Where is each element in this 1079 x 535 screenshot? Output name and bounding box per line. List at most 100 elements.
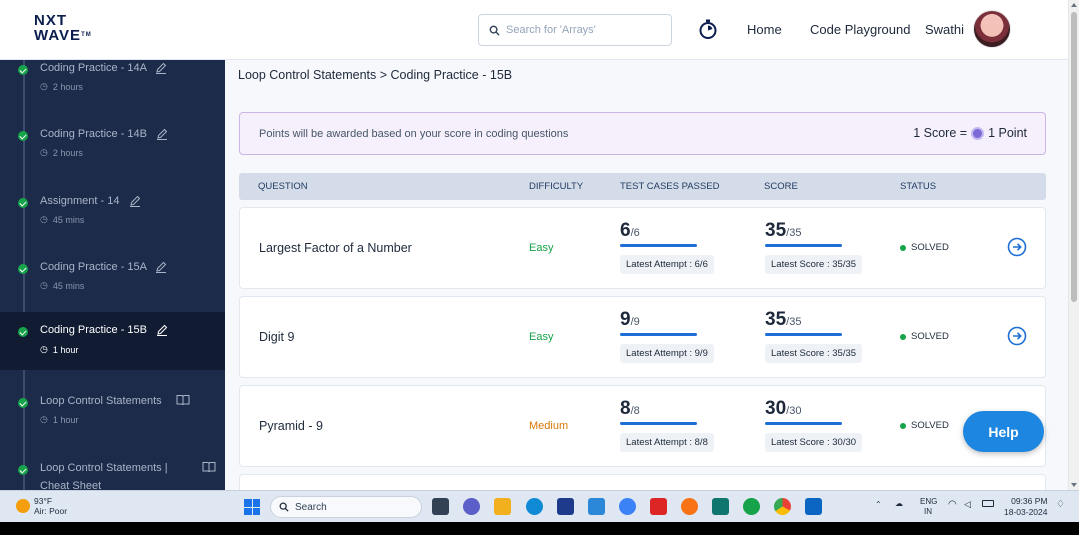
notification-bell-icon[interactable]: ♢	[1056, 499, 1065, 510]
latest-attempt: Latest Attempt : 9/9	[620, 344, 714, 363]
points-note: Points will be awarded based on your sco…	[259, 128, 569, 140]
table-row[interactable]: Digit 9 Easy 9/9 Latest Attempt : 9/9 35…	[239, 296, 1046, 378]
wifi-icon[interactable]: ◠	[948, 499, 957, 510]
search-input[interactable]	[506, 24, 656, 36]
test-cases-passed: 9/9 Latest Attempt : 9/9	[620, 309, 730, 363]
sidebar-item-coding-practice-14b[interactable]: Coding Practice - 14B ◷ 2 hours	[0, 122, 225, 180]
nav-home-link[interactable]: Home	[747, 22, 782, 37]
point-text: 1 Point	[988, 126, 1027, 140]
chevron-up-icon[interactable]: ⌃	[875, 500, 882, 509]
question-name[interactable]: Pyramid - 9	[259, 419, 323, 433]
main-content: Loop Control Statements > Coding Practic…	[225, 60, 1068, 490]
volume-icon[interactable]: ◁	[964, 499, 971, 510]
pencil-icon	[156, 261, 167, 274]
status-dot	[900, 333, 906, 340]
nav-code-playground-link[interactable]: Code Playground	[810, 22, 910, 37]
arrow-right-circle-icon[interactable]	[1007, 326, 1027, 346]
store-icon[interactable]	[557, 498, 574, 515]
sidebar-item-label: Assignment - 14	[40, 195, 120, 207]
score-total: /35	[786, 316, 802, 328]
weather-widget[interactable]: 93°F Air: Poor	[16, 496, 67, 516]
sidebar-item-label: Loop Control Statements	[40, 395, 162, 407]
taskbar-clock[interactable]: 09:36 PM 18-03-2024	[1004, 496, 1047, 518]
clock-icon: ◷	[40, 81, 48, 91]
completed-check-icon	[18, 131, 28, 141]
search-box[interactable]	[478, 14, 672, 46]
latest-attempt: Latest Attempt : 8/8	[620, 433, 714, 452]
sidebar-item-duration: 2 hours	[52, 147, 83, 158]
score-value: 35	[765, 220, 787, 241]
completed-check-icon	[18, 465, 28, 475]
logo-tm: TM	[81, 32, 92, 38]
nxtwave-logo[interactable]: NXT WAVETM	[34, 13, 92, 43]
status-badge: SOLVED	[900, 331, 949, 342]
completed-check-icon	[18, 65, 28, 75]
sidebar-item-coding-practice-15b[interactable]: Coding Practice - 15B ◷ 1 hour	[0, 312, 225, 370]
status-text: SOLVED	[911, 242, 949, 253]
file-explorer-icon[interactable]	[494, 498, 511, 515]
progress-bar	[620, 422, 697, 425]
clock-time: 09:36 PM	[1011, 496, 1048, 506]
page-scrollbar[interactable]	[1068, 0, 1079, 490]
status-dot	[900, 244, 906, 251]
book-icon	[202, 462, 216, 473]
latest-score: Latest Score : 30/30	[765, 433, 863, 452]
column-question: QUESTION	[258, 181, 308, 192]
firefox-icon[interactable]	[681, 498, 698, 515]
windows-taskbar: 93°F Air: Poor Search ⌃ ☁ ENG IN ◠ ◁ 09:…	[0, 490, 1079, 522]
language-indicator[interactable]: ENG IN	[920, 497, 937, 517]
score-conversion: 1 Score = 1 Point	[913, 126, 1027, 140]
app-icon[interactable]	[619, 498, 636, 515]
table-row[interactable]	[239, 474, 1046, 490]
app-icon[interactable]	[712, 498, 729, 515]
score-cell: 30/30 Latest Score : 30/30	[765, 398, 875, 452]
difficulty-label: Easy	[529, 242, 554, 254]
completed-check-icon	[18, 198, 28, 208]
scrollbar-thumb[interactable]	[1071, 12, 1077, 302]
battery-icon[interactable]	[982, 500, 994, 507]
logo-line1: NXT	[34, 12, 67, 29]
table-row[interactable]: Pyramid - 9 Medium 8/8 Latest Attempt : …	[239, 385, 1046, 467]
chrome-icon[interactable]	[774, 498, 791, 515]
cloud-icon[interactable]: ☁	[895, 499, 903, 508]
scroll-down-arrow-icon[interactable]	[1071, 483, 1077, 487]
scroll-up-arrow-icon[interactable]	[1071, 3, 1077, 7]
mcafee-icon[interactable]	[650, 498, 667, 515]
sidebar-item-assignment-14[interactable]: Assignment - 14 ◷ 45 mins	[0, 189, 225, 247]
stopwatch-icon[interactable]	[697, 18, 719, 40]
taskbar-search[interactable]: Search	[270, 496, 422, 518]
status-badge: SOLVED	[900, 242, 949, 253]
status-text: SOLVED	[911, 420, 949, 431]
sidebar-item-loop-control-statements[interactable]: Loop Control Statements ◷ 1 hour	[0, 389, 225, 447]
table-row[interactable]: Largest Factor of a Number Easy 6/6 Late…	[239, 207, 1046, 289]
breadcrumb[interactable]: Loop Control Statements > Coding Practic…	[238, 68, 512, 82]
column-difficulty: DIFFICULTY	[529, 181, 584, 192]
difficulty-label: Easy	[529, 331, 554, 343]
progress-bar	[765, 244, 842, 247]
app-icon[interactable]	[588, 498, 605, 515]
linkedin-icon[interactable]	[805, 498, 822, 515]
question-name[interactable]: Largest Factor of a Number	[259, 241, 412, 255]
clock-icon: ◷	[40, 280, 48, 290]
points-banner: Points will be awarded based on your sco…	[239, 112, 1046, 155]
passed-count: 8	[620, 398, 631, 419]
sidebar-item-cheat-sheet[interactable]: Loop Control Statements | Cheat Sheet	[0, 456, 225, 490]
sidebar-item-coding-practice-15a[interactable]: Coding Practice - 15A ◷ 45 mins	[0, 255, 225, 313]
clock-icon: ◷	[40, 414, 48, 424]
edge-icon[interactable]	[526, 498, 543, 515]
spotify-icon[interactable]	[743, 498, 760, 515]
score-text: 1 Score =	[913, 126, 968, 140]
chat-icon[interactable]	[463, 498, 480, 515]
passed-total: /8	[630, 405, 640, 417]
help-button[interactable]: Help	[963, 411, 1044, 452]
sidebar-item-duration: 45 mins	[52, 214, 85, 225]
progress-bar	[765, 422, 842, 425]
windows-start-icon[interactable]	[244, 499, 260, 515]
arrow-right-circle-icon[interactable]	[1007, 237, 1027, 257]
status-text: SOLVED	[911, 331, 949, 342]
sidebar-item-coding-practice-14a[interactable]: Coding Practice - 14A ◷ 2 hours	[0, 60, 225, 114]
question-name[interactable]: Digit 9	[259, 330, 294, 344]
user-name[interactable]: Swathi	[925, 22, 964, 37]
task-view-icon[interactable]	[432, 498, 449, 515]
avatar[interactable]	[973, 10, 1011, 48]
